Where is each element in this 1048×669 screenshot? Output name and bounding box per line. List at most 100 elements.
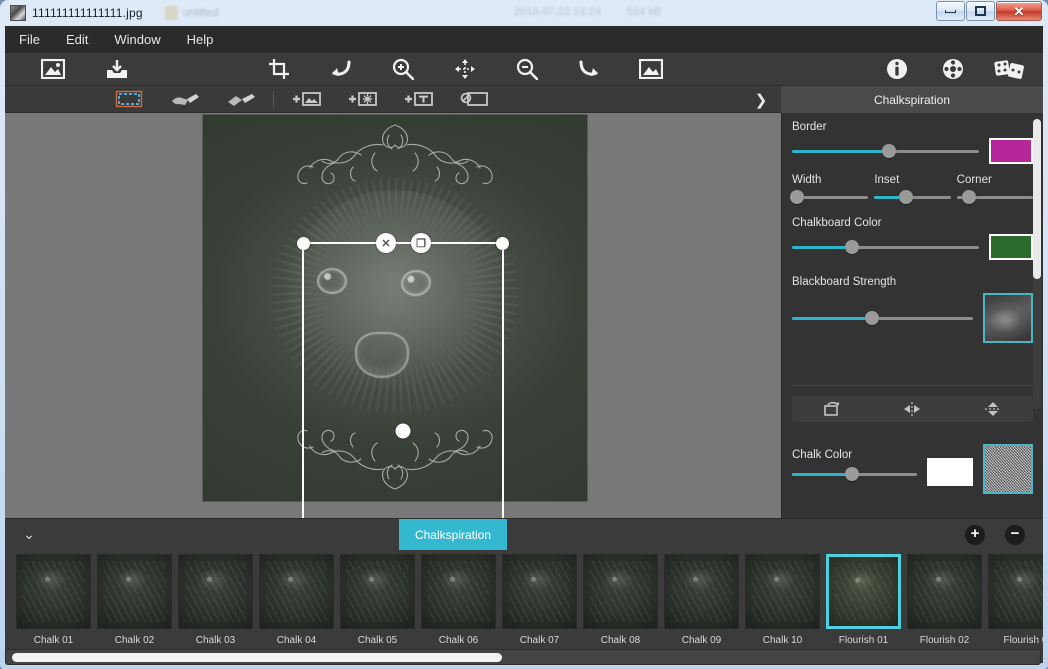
fit-image-icon[interactable]: [629, 53, 673, 86]
undo-icon[interactable]: [319, 53, 363, 86]
rotate-icon[interactable]: [792, 396, 872, 422]
filmstrip-active-tab[interactable]: Chalkspiration: [399, 519, 507, 551]
thumbnail-image[interactable]: [502, 554, 577, 629]
list-item[interactable]: Chalk 10: [742, 550, 823, 663]
brush-tool-icon[interactable]: [157, 86, 213, 113]
filmstrip-scrollbar-thumb[interactable]: [12, 653, 502, 662]
maximize-button[interactable]: [966, 1, 995, 21]
chalk-color-swatch[interactable]: [927, 458, 973, 486]
redo-icon[interactable]: [567, 53, 611, 86]
menubar: File Edit Window Help: [5, 26, 1043, 53]
move-icon[interactable]: [443, 53, 487, 86]
slider-knob[interactable]: [882, 144, 897, 158]
slider-knob[interactable]: [961, 190, 976, 204]
eraser-tool-icon[interactable]: [213, 86, 269, 113]
panel-title: Chalkspiration: [781, 86, 1043, 113]
menu-help[interactable]: Help: [187, 32, 214, 47]
list-item[interactable]: Flourish 0: [985, 550, 1043, 663]
menu-file[interactable]: File: [19, 32, 40, 47]
slider-knob[interactable]: [899, 190, 914, 204]
border-slider[interactable]: [792, 143, 979, 159]
list-item[interactable]: Flourish 02: [904, 550, 985, 663]
zoom-out-icon[interactable]: [505, 53, 549, 86]
list-item[interactable]: Flourish 01: [823, 550, 904, 663]
list-item[interactable]: Chalk 06: [418, 550, 499, 663]
clear-layer-icon[interactable]: [446, 86, 502, 113]
slider-fill: [874, 196, 901, 199]
thumbnail-image[interactable]: [97, 554, 172, 629]
thumbnail-image[interactable]: [745, 554, 820, 629]
chalkboard-color-swatch[interactable]: [989, 234, 1033, 260]
window-title: 111111111111111.jpg: [32, 6, 143, 20]
list-item[interactable]: Chalk 08: [580, 550, 661, 663]
crop-icon[interactable]: [257, 53, 301, 86]
thumbnail-image-selected[interactable]: [826, 554, 901, 629]
info-icon[interactable]: [875, 53, 919, 86]
border-color-swatch[interactable]: [989, 138, 1033, 164]
list-item[interactable]: Chalk 05: [337, 550, 418, 663]
select-tool-icon[interactable]: [101, 86, 157, 113]
add-preset-button[interactable]: +: [965, 525, 985, 545]
chalkboard-color-row: [792, 234, 1033, 260]
thumbnail-image[interactable]: [340, 554, 415, 629]
chevron-down-icon[interactable]: ⌄: [5, 526, 53, 543]
chalkboard-color-slider[interactable]: [792, 239, 979, 255]
width-control: Width: [789, 174, 869, 205]
random-icon[interactable]: [987, 53, 1031, 86]
blackboard-texture-thumbnail[interactable]: [983, 293, 1033, 343]
width-slider[interactable]: [789, 189, 869, 205]
corner-slider[interactable]: [956, 189, 1033, 205]
list-item[interactable]: Chalk 03: [175, 550, 256, 663]
add-text-icon[interactable]: [390, 86, 446, 113]
chalk-color-slider[interactable]: [792, 466, 917, 482]
open-image-icon[interactable]: [31, 53, 75, 86]
close-button[interactable]: ✕: [996, 1, 1042, 21]
border-row: [792, 138, 1033, 164]
thumbnail-image[interactable]: [583, 554, 658, 629]
list-item[interactable]: Chalk 09: [661, 550, 742, 663]
thumbnail-sketch: [671, 561, 732, 622]
image-canvas[interactable]: ✕ ❐: [5, 113, 781, 518]
thumbnail-image[interactable]: [421, 554, 496, 629]
thumbnail-image[interactable]: [259, 554, 334, 629]
remove-preset-button[interactable]: −: [1005, 525, 1025, 545]
flip-horizontal-icon[interactable]: [872, 396, 952, 422]
slider-knob[interactable]: [844, 240, 859, 254]
menu-edit[interactable]: Edit: [66, 32, 88, 47]
list-item[interactable]: Chalk 01: [13, 550, 94, 663]
minimize-button[interactable]: [936, 1, 965, 21]
panel-scrollbar-thumb[interactable]: [1033, 119, 1041, 279]
thumbnail-image[interactable]: [988, 554, 1043, 629]
add-effect-icon[interactable]: [334, 86, 390, 113]
flip-vertical-icon[interactable]: [953, 396, 1033, 422]
background-window-label: untitled: [164, 6, 218, 20]
list-item[interactable]: Chalk 02: [94, 550, 175, 663]
panel-scrollbar[interactable]: [1033, 119, 1041, 409]
resize-handle-top-right[interactable]: [496, 237, 509, 250]
blackboard-strength-slider[interactable]: [792, 310, 973, 326]
move-handle-center[interactable]: [395, 423, 411, 439]
thumbnail-image[interactable]: [16, 554, 91, 629]
thumbnail-image[interactable]: [907, 554, 982, 629]
expand-panel-chevron[interactable]: ❯: [747, 86, 775, 113]
list-item[interactable]: Chalk 07: [499, 550, 580, 663]
save-image-icon[interactable]: [95, 53, 139, 86]
slider-knob[interactable]: [864, 311, 879, 325]
thumbnail-image[interactable]: [664, 554, 739, 629]
menu-window[interactable]: Window: [114, 32, 160, 47]
chalk-texture-thumbnail[interactable]: [983, 444, 1033, 494]
resize-handle-top-left[interactable]: [297, 237, 310, 250]
slider-fill: [792, 246, 852, 249]
zoom-in-icon[interactable]: [381, 53, 425, 86]
settings-icon[interactable]: [931, 53, 975, 86]
selection-box[interactable]: ✕ ❐: [297, 233, 509, 518]
duplicate-selection-icon[interactable]: ❐: [411, 233, 431, 253]
filmstrip-horizontal-scrollbar[interactable]: [5, 649, 1041, 665]
slider-knob[interactable]: [789, 190, 804, 204]
inset-slider[interactable]: [874, 189, 951, 205]
delete-selection-icon[interactable]: ✕: [376, 233, 396, 253]
slider-knob[interactable]: [845, 466, 859, 481]
thumbnail-image[interactable]: [178, 554, 253, 629]
list-item[interactable]: Chalk 04: [256, 550, 337, 663]
add-image-icon[interactable]: [278, 86, 334, 113]
